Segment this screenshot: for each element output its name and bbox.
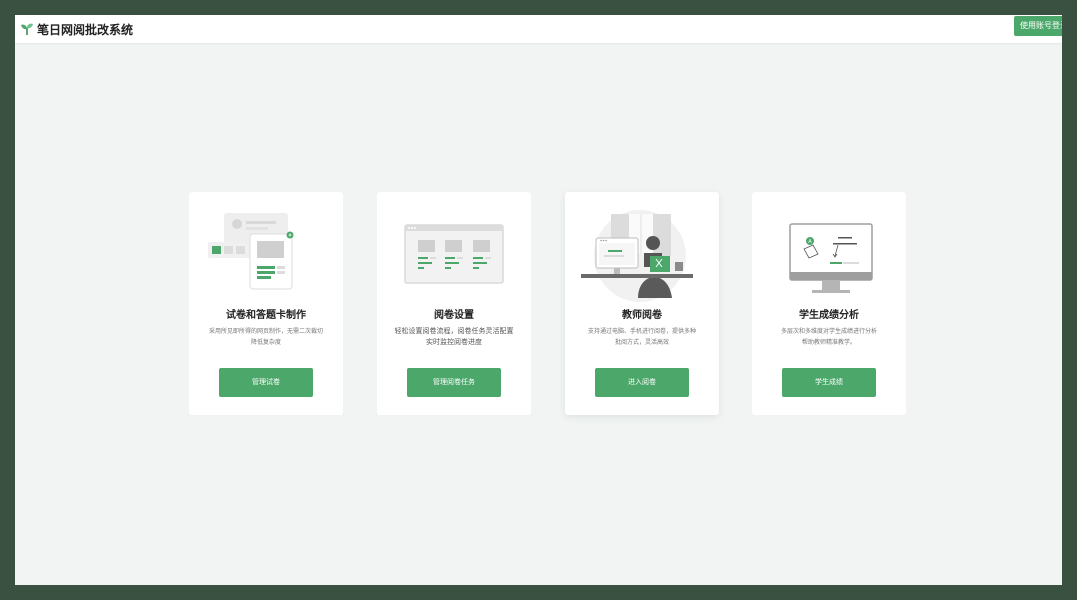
top-bar: 笔日网阅批改系统 使用账号登录 xyxy=(15,15,1062,43)
card-title: 教师阅卷 xyxy=(622,310,662,321)
card-description-line: 轻松设置阅卷流程，阅卷任务灵活配置 xyxy=(394,327,514,335)
svg-text:A: A xyxy=(808,239,812,245)
card-description-line: 采用所见即所得的网页制作，无需二次裁切 xyxy=(208,328,323,335)
card-title: 阅卷设置 xyxy=(434,310,474,321)
card-exam-sheet: 试卷和答题卡制作 采用所见即所得的网页制作，无需二次裁切 降低复杂度 管理试卷 xyxy=(189,192,343,415)
brand: 笔日网阅批改系统 xyxy=(20,19,133,39)
app-window: 笔日网阅批改系统 使用账号登录 试卷和答题卡制作 采用所见即所得的网页制作 xyxy=(15,15,1062,585)
teacher-at-desk-illustration xyxy=(581,210,693,302)
card-description-line: 实时监控阅卷进度 xyxy=(426,338,482,346)
card-description: 支持通过电脑、手机进行阅卷，提供多种 批阅方式，灵活高效 xyxy=(573,326,711,348)
enter-marking-button[interactable]: 进入阅卷 xyxy=(595,368,689,397)
card-description: 采用所见即所得的网页制作，无需二次裁切 降低复杂度 xyxy=(197,326,335,348)
analysis-monitor-illustration: A xyxy=(789,223,873,293)
card-marking-settings: 阅卷设置 轻松设置阅卷流程，阅卷任务灵活配置 实时监控阅卷进度 管理阅卷任务 xyxy=(377,192,531,415)
card-title: 学生成绩分析 xyxy=(799,310,859,321)
manage-marking-task-button[interactable]: 管理阅卷任务 xyxy=(407,368,501,397)
sprout-icon xyxy=(21,23,33,35)
card-description: 多层次和多维度对学生成绩进行分析 帮助教师精准教学。 xyxy=(760,326,898,348)
exam-sheet-illustration xyxy=(208,213,294,290)
card-description-line: 批阅方式，灵活高效 xyxy=(614,339,669,346)
card-description-line: 多层次和多维度对学生成绩进行分析 xyxy=(780,328,877,335)
manage-exam-button[interactable]: 管理试卷 xyxy=(219,368,313,397)
card-description-line: 帮助教师精准教学。 xyxy=(801,339,856,346)
card-score-analysis: A 学生成绩分析 多层次和多维度对学生成绩进行分析 帮助教师精准教学。 学生成绩 xyxy=(752,192,906,415)
app-title: 笔日网阅批改系统 xyxy=(37,22,134,37)
dashboard-window-illustration xyxy=(404,224,504,284)
card-teacher-marking: 教师阅卷 支持通过电脑、手机进行阅卷，提供多种 批阅方式，灵活高效 进入阅卷 xyxy=(565,192,719,415)
account-login-button[interactable]: 使用账号登录 xyxy=(1014,16,1062,36)
student-scores-button[interactable]: 学生成绩 xyxy=(782,368,876,397)
card-description: 轻松设置阅卷流程，阅卷任务灵活配置 实时监控阅卷进度 xyxy=(383,326,525,348)
card-title: 试卷和答题卡制作 xyxy=(226,310,306,321)
card-description-line: 支持通过电脑、手机进行阅卷，提供多种 xyxy=(587,328,696,335)
card-description-line: 降低复杂度 xyxy=(250,339,281,346)
